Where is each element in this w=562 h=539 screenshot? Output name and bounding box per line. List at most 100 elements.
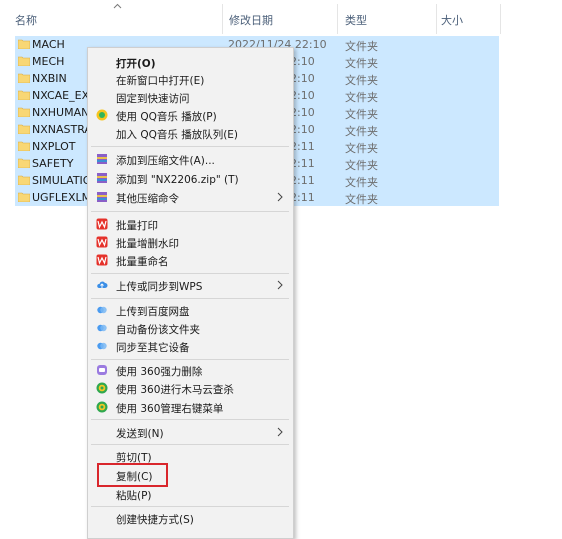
file-name: SIMULATIO	[32, 174, 92, 187]
menu-item-other-compress[interactable]: 其他压缩命令	[88, 188, 293, 207]
menu-item-add-archive[interactable]: 添加到压缩文件(A)...	[88, 150, 293, 169]
wps-icon	[96, 236, 108, 248]
file-type: 文件夹	[345, 159, 378, 172]
file-name: NXBIN	[32, 72, 67, 85]
highlight-box	[97, 463, 168, 487]
folder-icon	[18, 158, 30, 168]
column-divider[interactable]	[222, 4, 223, 34]
wps-icon	[96, 254, 108, 266]
wps-cloud-icon	[97, 281, 108, 288]
menu-item-batch-watermark[interactable]: 批量增删水印	[88, 233, 293, 252]
winrar-icon	[97, 154, 107, 164]
chevron-right-icon	[277, 280, 283, 290]
file-type: 文件夹	[345, 125, 378, 138]
column-header: 名称 修改日期 类型 大小	[0, 0, 562, 36]
menu-item-label: 添加到压缩文件(A)...	[116, 155, 215, 167]
chevron-right-icon	[277, 192, 283, 202]
file-type: 文件夹	[345, 176, 378, 189]
wps-icon	[96, 218, 108, 230]
menu-item-sync-devices[interactable]: 同步至其它设备	[88, 337, 293, 356]
menu-separator	[91, 146, 289, 147]
menu-item-label: 在新窗口中打开(E)	[116, 75, 205, 87]
menu-item-label: 固定到快速访问	[116, 93, 190, 105]
menu-item-pin-quick-access[interactable]: 固定到快速访问	[88, 88, 293, 107]
menu-item-360-force-delete[interactable]: 使用 360强力删除	[88, 361, 293, 380]
column-size[interactable]: 大小	[441, 12, 463, 28]
menu-item-label: 使用 360强力删除	[116, 366, 203, 378]
chevron-right-icon	[277, 427, 283, 437]
360-security-icon	[96, 382, 108, 394]
menu-item-qq-play[interactable]: 使用 QQ音乐 播放(P)	[88, 106, 293, 125]
file-name: NXPLOT	[32, 140, 76, 153]
menu-item-label: 上传或同步到WPS	[116, 281, 203, 293]
folder-icon	[18, 56, 30, 66]
menu-item-label: 使用 360管理右键菜单	[116, 403, 224, 415]
folder-icon	[18, 175, 30, 185]
menu-separator	[91, 359, 289, 360]
winrar-icon	[97, 173, 107, 183]
menu-item-qq-queue[interactable]: 加入 QQ音乐 播放队列(E)	[88, 124, 293, 143]
menu-separator	[91, 419, 289, 420]
baidu-netdisk-icon	[97, 342, 107, 350]
column-date[interactable]: 修改日期	[229, 12, 273, 28]
menu-item-label: 上传到百度网盘	[116, 306, 190, 318]
column-divider[interactable]	[436, 4, 437, 34]
menu-item-upload-wps[interactable]: 上传或同步到WPS	[88, 276, 293, 295]
menu-item-360-manage-menu[interactable]: 使用 360管理右键菜单	[88, 398, 293, 417]
folder-icon	[18, 39, 30, 49]
menu-separator	[91, 444, 289, 445]
menu-item-label: 批量增删水印	[116, 238, 179, 250]
menu-item-batch-print[interactable]: 批量打印	[88, 215, 293, 234]
sort-ascending-icon[interactable]	[113, 3, 122, 9]
menu-item-auto-backup[interactable]: 自动备份该文件夹	[88, 319, 293, 338]
winrar-icon	[97, 192, 107, 202]
file-type: 文件夹	[345, 91, 378, 104]
baidu-netdisk-icon	[97, 324, 107, 332]
column-divider[interactable]	[500, 4, 501, 34]
file-type: 文件夹	[345, 142, 378, 155]
menu-item-label: 加入 QQ音乐 播放队列(E)	[116, 129, 239, 141]
column-name[interactable]: 名称	[15, 12, 37, 28]
menu-item-360-trojan-scan[interactable]: 使用 360进行木马云查杀	[88, 379, 293, 398]
menu-item-open-new-window[interactable]: 在新窗口中打开(E)	[88, 70, 293, 89]
file-name: SAFETY	[32, 157, 74, 170]
menu-item-label: 批量打印	[116, 220, 158, 232]
column-type[interactable]: 类型	[345, 12, 367, 28]
menu-item-label: 添加到 "NX2206.zip" (T)	[116, 174, 239, 186]
folder-icon	[18, 90, 30, 100]
menu-item-label: 发送到(N)	[116, 428, 164, 440]
baidu-netdisk-icon	[97, 306, 107, 314]
folder-icon	[18, 192, 30, 202]
menu-item-label: 批量重命名	[116, 256, 169, 268]
menu-item-label: 打开(O)	[116, 58, 156, 70]
file-name: MECH	[32, 55, 65, 68]
menu-item-batch-rename[interactable]: 批量重命名	[88, 251, 293, 270]
menu-item-label: 使用 360进行木马云查杀	[116, 384, 234, 396]
folder-icon	[18, 73, 30, 83]
file-type: 文件夹	[345, 193, 378, 206]
menu-item-label: 其他压缩命令	[116, 193, 179, 205]
menu-item-paste[interactable]: 粘贴(P)	[88, 485, 293, 504]
file-name: NXNASTRA	[32, 123, 92, 136]
menu-separator	[91, 273, 289, 274]
folder-icon	[18, 124, 30, 134]
folder-icon	[18, 141, 30, 151]
menu-item-label: 自动备份该文件夹	[116, 324, 200, 336]
file-type: 文件夹	[345, 40, 378, 53]
file-name: UGFLEXLM	[32, 191, 92, 204]
menu-item-send-to[interactable]: 发送到(N)	[88, 423, 293, 442]
folder-icon	[18, 107, 30, 117]
menu-separator	[91, 298, 289, 299]
360-shredder-icon	[97, 365, 107, 375]
menu-separator	[91, 506, 289, 507]
menu-item-label: 粘贴(P)	[116, 490, 152, 502]
menu-item-label: 同步至其它设备	[116, 342, 190, 354]
qq-music-icon	[96, 109, 108, 121]
menu-item-label: 使用 QQ音乐 播放(P)	[116, 111, 217, 123]
menu-item-create-shortcut[interactable]: 创建快捷方式(S)	[88, 509, 293, 528]
column-divider[interactable]	[337, 4, 338, 34]
360-security-icon	[96, 401, 108, 413]
menu-item-add-zip[interactable]: 添加到 "NX2206.zip" (T)	[88, 169, 293, 188]
file-name: MACH	[32, 38, 65, 51]
menu-item-upload-baidu[interactable]: 上传到百度网盘	[88, 301, 293, 320]
